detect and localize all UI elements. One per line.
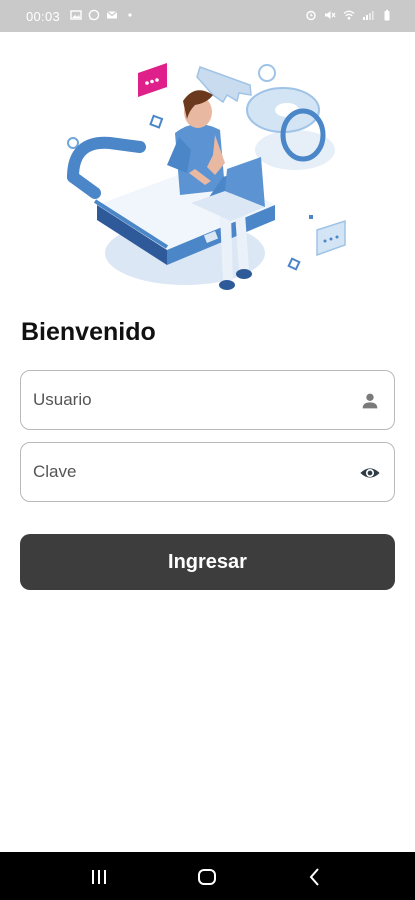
mail-icon — [106, 11, 118, 19]
password-input[interactable] — [33, 443, 343, 501]
recent-apps-icon[interactable] — [88, 866, 110, 888]
chat-bubble-icon — [138, 63, 167, 97]
login-illustration — [67, 63, 346, 290]
whatsapp-icon — [88, 9, 100, 21]
dot-icon — [128, 13, 132, 17]
alarm-icon — [306, 10, 316, 21]
wifi-icon — [343, 10, 355, 20]
gallery-icon — [70, 10, 82, 20]
navigation-bar — [0, 852, 415, 900]
username-field[interactable] — [20, 370, 395, 430]
password-field[interactable] — [20, 442, 395, 502]
status-time: 00:03 — [26, 9, 61, 24]
back-icon[interactable] — [304, 866, 326, 888]
username-input[interactable] — [33, 371, 343, 429]
signal-icon — [363, 11, 374, 20]
mute-icon — [325, 11, 336, 19]
login-button[interactable]: Ingresar — [20, 534, 395, 590]
status-bar: 00:03 — [0, 0, 415, 32]
message-bubble-icon — [316, 219, 346, 257]
welcome-title: Bienvenido — [21, 318, 156, 346]
home-icon[interactable] — [196, 866, 218, 888]
battery-icon — [384, 9, 390, 21]
person-icon — [362, 393, 378, 409]
eye-icon[interactable] — [359, 462, 381, 484]
